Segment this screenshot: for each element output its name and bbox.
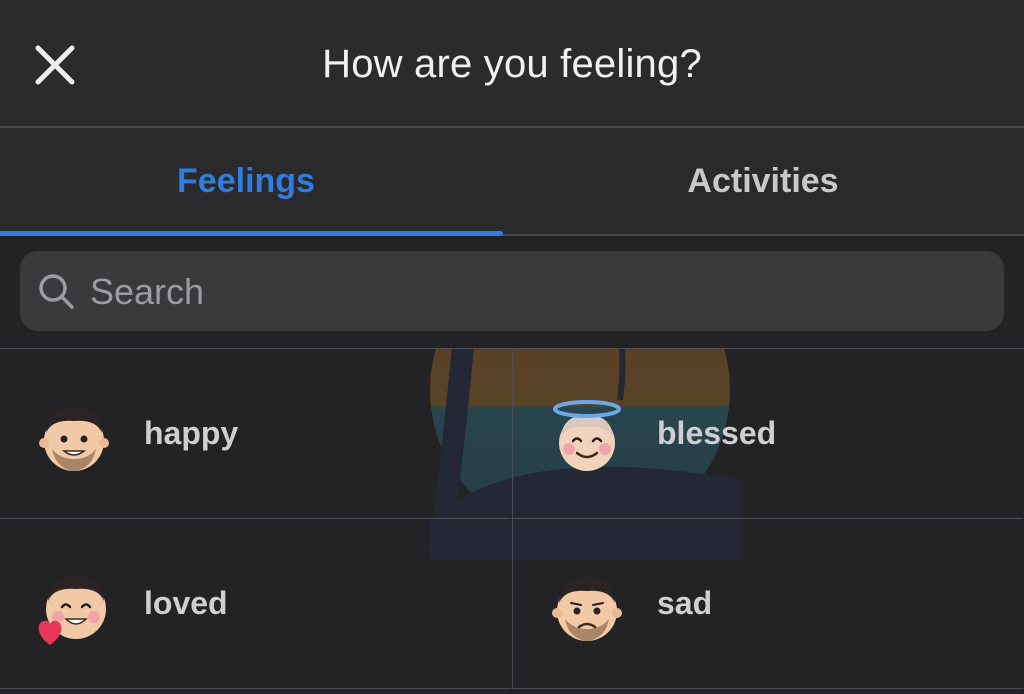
tab-bar: Feelings Activities xyxy=(0,128,1024,236)
feeling-label: blessed xyxy=(657,415,777,451)
sad-face-icon xyxy=(552,577,622,641)
search-area: Search xyxy=(0,236,1024,348)
halo-face-icon xyxy=(553,400,621,471)
feeling-label: happy xyxy=(144,415,239,451)
feeling-item-loved[interactable]: loved xyxy=(0,519,511,689)
feeling-item-happy[interactable]: happy xyxy=(0,349,511,519)
heart-face-icon xyxy=(38,575,106,645)
feeling-item-sad[interactable]: sad xyxy=(512,519,1023,689)
feeling-picker-screen: How are you feeling? Feelings Activities… xyxy=(0,0,1024,694)
header-bar: How are you feeling? xyxy=(0,0,1024,128)
page-title: How are you feeling? xyxy=(322,42,702,86)
feelings-grid: happy blessed loved sad xyxy=(0,348,1024,694)
tab-feelings[interactable]: Feelings xyxy=(0,128,512,234)
feeling-item-blessed[interactable]: blessed xyxy=(512,349,1023,519)
search-icon xyxy=(39,274,74,309)
search-placeholder: Search xyxy=(90,271,205,312)
happy-face-icon xyxy=(39,407,109,471)
tab-activities[interactable]: Activities xyxy=(512,128,1024,234)
feeling-label: loved xyxy=(144,585,228,621)
search-input[interactable]: Search xyxy=(20,251,1004,331)
feeling-label: sad xyxy=(657,585,713,621)
